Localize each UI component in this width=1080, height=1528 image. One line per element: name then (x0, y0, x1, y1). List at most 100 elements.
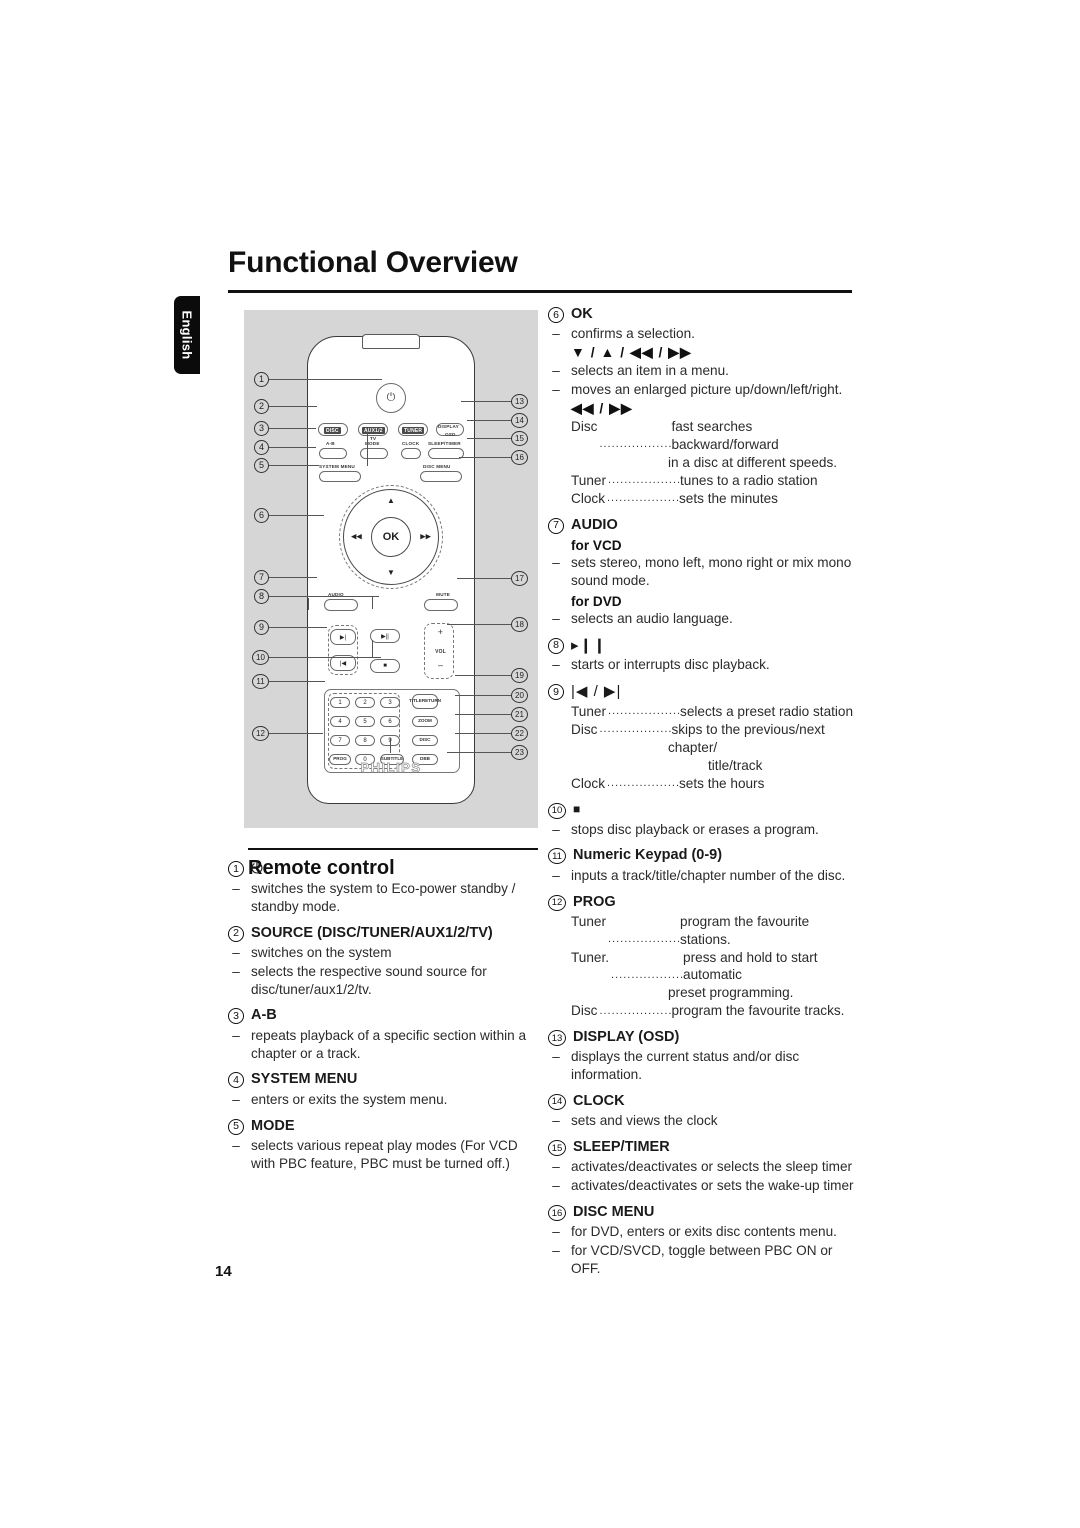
prog-button[interactable]: PROG (329, 754, 351, 765)
power-button[interactable]: ⏻ (376, 383, 406, 413)
callout-7: 7 (254, 570, 317, 585)
entry-8: 8 ▸❙❙ – starts or interrupts disc playba… (548, 637, 858, 675)
callout-18: 18 (447, 617, 528, 632)
entry-11-bullet-1: – inputs a track/title/chapter number of… (548, 867, 858, 885)
play-pause-icon: ▸❙❙ (571, 636, 607, 654)
source-disc-label: DISC (324, 427, 341, 434)
key-7[interactable]: 7 (330, 735, 350, 746)
brand-logo: PHILIPS (360, 760, 422, 776)
dash-marker: – (232, 944, 240, 960)
disc-button[interactable]: DISC (412, 735, 438, 746)
volume-down-icon[interactable]: – (438, 660, 443, 670)
entry-8-number: 8 (548, 637, 564, 654)
entry-4-number: 4 (228, 1072, 244, 1089)
play-pause-button[interactable]: ▶|| (370, 629, 400, 643)
source-aux-label: AUX1/2 (362, 427, 385, 434)
key-4[interactable]: 4 (330, 716, 350, 727)
clock-label: CLOCK (402, 441, 420, 446)
entry-16-number: 16 (548, 1205, 566, 1222)
zoom-button[interactable]: ZOOM (412, 716, 438, 727)
system-menu-button[interactable] (319, 471, 361, 482)
entry-5-bullet-1: – selects various repeat play modes (For… (228, 1137, 538, 1173)
page-number: 14 (215, 1263, 232, 1280)
entry-4-label: SYSTEM MENU (251, 1071, 358, 1088)
system-menu-label: SYSTEM MENU (319, 464, 355, 469)
entry-13-bullet-1: – displays the current status and/or dis… (548, 1048, 858, 1084)
title-label: TITLE (409, 698, 422, 704)
entry-6-row-tuner: Tuner ...................... tunes to a … (571, 472, 818, 488)
ab-button[interactable] (319, 448, 347, 459)
entry-2-label: SOURCE (DISC/TUNER/AUX1/2/TV) (251, 924, 493, 941)
mute-button[interactable] (424, 599, 458, 611)
entry-2-bullet-1: – switches on the system (228, 944, 538, 962)
mute-label: MUTE (436, 592, 450, 597)
entry-12-number: 12 (548, 894, 566, 911)
entry-12-row-tuner-1: Tuner ...................... program the… (571, 913, 810, 947)
clock-button[interactable] (401, 448, 421, 459)
callout-17: 17 (457, 571, 528, 586)
entry-3-number: 3 (228, 1008, 244, 1025)
entry-6-bullet-3: – moves an enlarged picture up/down/left… (548, 381, 858, 399)
entry-1-bullet-1: – switches the system to Eco-power stand… (228, 880, 538, 916)
entry-6-arrow-line: ▼ / ▲ / ◀◀ / ▶▶ (571, 344, 692, 361)
entry-2-number: 2 (228, 925, 244, 942)
callout-9: 9 (254, 620, 327, 635)
key-5[interactable]: 5 (355, 716, 375, 727)
entry-2: 2 SOURCE (DISC/TUNER/AUX1/2/TV) – switch… (228, 925, 538, 999)
disc-menu-label: DISC MENU (423, 464, 451, 469)
title-return-button[interactable]: TITLE RETURN (409, 694, 441, 709)
leader-dots: ...................... (607, 776, 679, 789)
nav-rewind-icon[interactable]: ◀◀ (351, 534, 362, 541)
callout-23-elbow (390, 738, 391, 753)
entry-3-bullet-1: – repeats playback of a specific section… (228, 1027, 538, 1063)
left-column: 1 ⏻ – switches the system to Eco-power s… (228, 860, 538, 1182)
entry-16-label: DISC MENU (573, 1204, 655, 1221)
nav-down-icon[interactable]: ▼ (387, 569, 395, 577)
entry-9-row-disc-cont2: title/track (708, 757, 763, 773)
mode-button[interactable] (360, 448, 388, 459)
dash-marker: – (232, 963, 240, 979)
nav-up-icon[interactable]: ▲ (387, 497, 395, 505)
callout-10-elbow (372, 640, 373, 658)
callout-6: 6 (254, 508, 324, 523)
callout-16: 16 (459, 450, 528, 465)
callout-22: 22 (455, 726, 528, 741)
entry-12-label: PROG (573, 893, 616, 910)
navigation-ring[interactable]: ▲ ▼ ◀◀ ▶▶ OK (343, 489, 439, 585)
callout-20: 20 (455, 688, 528, 703)
entry-14: 14 CLOCK – sets and views the clock (548, 1093, 858, 1130)
entry-6-number: 6 (548, 307, 564, 323)
prev-next-icon: |◀ / ▶| (571, 683, 622, 701)
dash-marker: – (552, 1049, 560, 1065)
key-3[interactable]: 3 (380, 697, 400, 708)
dash-marker: – (552, 657, 560, 673)
entry-4: 4 SYSTEM MENU – enters or exits the syst… (228, 1071, 538, 1108)
next-button[interactable]: ▶| (330, 629, 356, 645)
nav-forward-icon[interactable]: ▶▶ (420, 534, 431, 541)
dash-marker: – (232, 1027, 240, 1043)
entry-15-bullet-1: – activates/deactivates or selects the s… (548, 1158, 858, 1176)
entry-7-subhead-vcd: for VCD (571, 537, 622, 553)
ok-button[interactable]: OK (371, 517, 411, 557)
entry-5-label: MODE (251, 1117, 295, 1134)
callout-15: 15 (467, 431, 528, 446)
dash-marker: – (232, 880, 240, 896)
leader-dots: ...................... (608, 932, 680, 945)
leader-dots: ...................... (608, 474, 680, 487)
entry-1: 1 ⏻ – switches the system to Eco-power s… (228, 860, 538, 916)
entry-13-label: DISPLAY (OSD) (573, 1029, 680, 1046)
callout-23: 23 (447, 745, 528, 760)
dash-marker: – (552, 867, 560, 883)
entry-12-row-tuner-2-cont: preset programming. (668, 985, 794, 1001)
key-6[interactable]: 6 (380, 716, 400, 727)
volume-up-icon[interactable]: + (438, 627, 443, 637)
dash-marker: – (552, 381, 560, 397)
callout-13: 13 (461, 394, 528, 409)
key-2[interactable]: 2 (355, 697, 375, 708)
key-8[interactable]: 8 (355, 735, 375, 746)
callout-10: 10 (252, 650, 381, 665)
entry-14-bullet-1: – sets and views the clock (548, 1112, 858, 1130)
entry-14-number: 14 (548, 1094, 566, 1111)
disc-menu-button[interactable] (420, 471, 462, 482)
key-1[interactable]: 1 (330, 697, 350, 708)
